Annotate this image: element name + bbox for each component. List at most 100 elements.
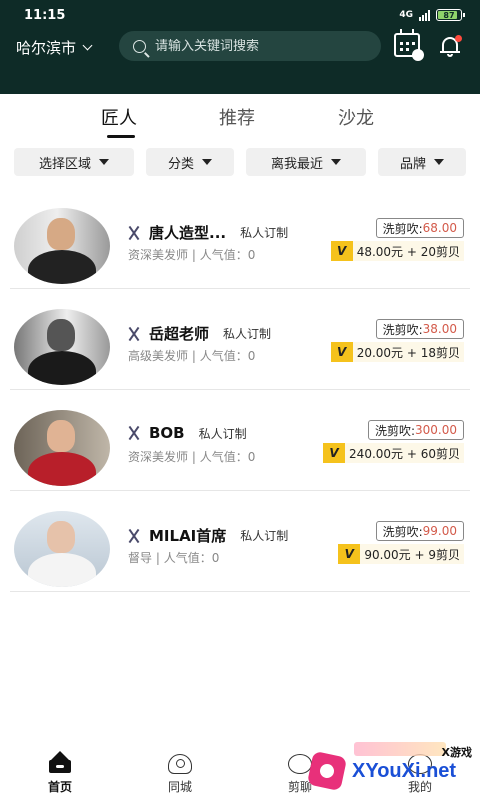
stylist-meta: 高级美发师 | 人气值：0 — [128, 349, 256, 363]
search-input[interactable] — [155, 38, 355, 54]
stylist-avatar — [14, 410, 110, 486]
stylist-card[interactable]: 唐人造型... 私人订制 资深美发师 | 人气值：0 洗剪吹: 68.00 V 48… — [10, 188, 470, 289]
service-price: 38.00 — [422, 322, 457, 336]
filter-area-label: 选择区域 — [38, 156, 91, 172]
tab-recommend[interactable]: 推荐 — [219, 104, 255, 130]
scissors-icon — [126, 225, 142, 241]
caret-down-icon — [99, 159, 109, 165]
scissors-icon — [126, 425, 142, 441]
filter-category[interactable]: 分类 — [146, 148, 234, 176]
stylist-avatar — [14, 208, 110, 284]
tab-craftsman[interactable]: 匠人 — [101, 104, 137, 130]
service-price: 68.00 — [422, 221, 457, 235]
caret-down-icon — [202, 159, 212, 165]
home-icon — [48, 751, 72, 774]
service-price: 99.00 — [422, 524, 457, 538]
stylist-popularity: 人气值：0 — [199, 349, 256, 363]
stylist-name: 唐人造型... — [149, 224, 227, 242]
vip-price: V 240.00元 + 60剪贝 — [323, 443, 464, 463]
vip-price: V 48.00元 + 20剪贝 — [330, 241, 464, 261]
status-icons: 4G 87 — [399, 9, 465, 21]
price-tag: 洗剪吹: 38.00 — [375, 319, 464, 339]
vip-badge-icon: V — [338, 544, 361, 564]
city-selector[interactable]: 哈尔滨市 — [16, 37, 93, 58]
stylist-avatar — [14, 511, 110, 587]
nav-home[interactable]: 首页 — [30, 751, 90, 795]
stylist-meta: 资深美发师 | 人气值：0 — [128, 450, 256, 464]
status-time: 11:15 — [24, 7, 66, 23]
vip-badge-icon: V — [330, 342, 353, 362]
stylist-title: 资深美发师 — [128, 450, 189, 464]
vip-badge-icon: V — [330, 241, 353, 261]
stylist-name: BOB — [149, 424, 185, 442]
nav-home-label: 首页 — [47, 780, 72, 794]
city-name: 哈尔滨市 — [16, 39, 77, 57]
stylist-tag: 私人订制 — [198, 426, 247, 441]
stylist-popularity: 人气值：0 — [163, 551, 220, 565]
stylist-name: 岳超老师 — [149, 325, 210, 343]
location-icon — [168, 754, 192, 774]
filter-brand-label: 品牌 — [399, 156, 426, 172]
bell-icon[interactable] — [440, 35, 462, 57]
vip-price-text: 20.00元 + 18剪贝 — [356, 345, 460, 360]
stylist-meta: 督导 | 人气值：0 — [128, 551, 220, 565]
watermark-logo-icon — [306, 750, 350, 792]
vip-price-text: 90.00元 + 9剪贝 — [364, 547, 460, 562]
filter-distance[interactable]: 离我最近 — [246, 148, 366, 176]
signal-icon — [419, 9, 430, 21]
service-price: 300.00 — [415, 423, 457, 437]
nav-local-label: 同城 — [167, 780, 192, 794]
vip-badge-icon: V — [323, 443, 346, 463]
stylist-avatar — [14, 309, 110, 385]
search-icon — [133, 39, 146, 53]
filter-area[interactable]: 选择区域 — [14, 148, 134, 176]
search-box[interactable] — [119, 31, 381, 61]
vip-price: V 20.00元 + 18剪贝 — [330, 342, 464, 362]
vip-price-text: 240.00元 + 60剪贝 — [349, 446, 460, 461]
service-label: 洗剪吹: — [382, 221, 423, 236]
chevron-down-icon — [82, 40, 93, 51]
category-tabs: 匠人 推荐 沙龙 — [0, 100, 480, 140]
status-bar: 11:15 4G 87 — [0, 0, 480, 30]
watermark-small-text: X游戏 — [441, 746, 472, 759]
stylist-title: 资深美发师 — [128, 248, 189, 262]
calendar-icon[interactable] — [394, 29, 424, 61]
stylist-tag: 私人订制 — [240, 226, 289, 240]
scissors-icon — [126, 326, 142, 342]
stylist-tag: 私人订制 — [223, 327, 272, 341]
service-label: 洗剪吹: — [374, 423, 415, 438]
filter-category-label: 分类 — [167, 156, 194, 172]
service-label: 洗剪吹: — [382, 524, 423, 539]
price-tag: 洗剪吹: 68.00 — [375, 218, 464, 238]
battery-level: 87 — [443, 10, 455, 20]
battery-icon: 87 — [436, 9, 465, 21]
stylist-card[interactable]: 岳超老师 私人订制 高级美发师 | 人气值：0 洗剪吹: 38.00 V 20.00… — [10, 289, 470, 390]
stylist-name: MILAI首席 — [149, 527, 227, 545]
header-nav-row: 哈尔滨市 — [0, 29, 480, 61]
price-tag: 洗剪吹: 300.00 — [367, 420, 464, 440]
stylist-card[interactable]: MILAI首席 私人订制 督导 | 人气值：0 洗剪吹: 99.00 V 90.00… — [10, 491, 470, 592]
tab-salon[interactable]: 沙龙 — [338, 104, 374, 130]
scissors-icon — [126, 528, 142, 544]
stylist-card[interactable]: BOB 私人订制 资深美发师 | 人气值：0 洗剪吹: 300.00 V 240.0… — [10, 390, 470, 491]
stylist-title: 高级美发师 — [128, 349, 189, 363]
app-header: 11:15 4G 87 哈尔滨市 — [0, 0, 480, 94]
active-tab-indicator — [107, 135, 135, 138]
caret-down-icon — [331, 159, 341, 165]
service-label: 洗剪吹: — [382, 322, 423, 337]
vip-price-text: 48.00元 + 20剪贝 — [356, 244, 460, 259]
stylist-meta: 资深美发师 | 人气值：0 — [128, 248, 256, 262]
vip-price: V 90.00元 + 9剪贝 — [338, 544, 464, 564]
network-label: 4G — [399, 10, 413, 20]
watermark-text: XYouXi.net — [352, 760, 457, 782]
stylist-popularity: 人气值：0 — [199, 248, 256, 262]
stylist-popularity: 人气值：0 — [199, 450, 256, 464]
caret-down-icon — [434, 159, 444, 165]
filter-brand[interactable]: 品牌 — [378, 148, 466, 176]
stylist-tag: 私人订制 — [240, 529, 289, 543]
notification-dot — [455, 35, 462, 42]
nav-local[interactable]: 同城 — [150, 754, 210, 795]
stylist-title: 督导 — [128, 551, 153, 565]
watermark: X游戏 XYouXi.net — [302, 738, 480, 800]
price-tag: 洗剪吹: 99.00 — [375, 521, 464, 541]
